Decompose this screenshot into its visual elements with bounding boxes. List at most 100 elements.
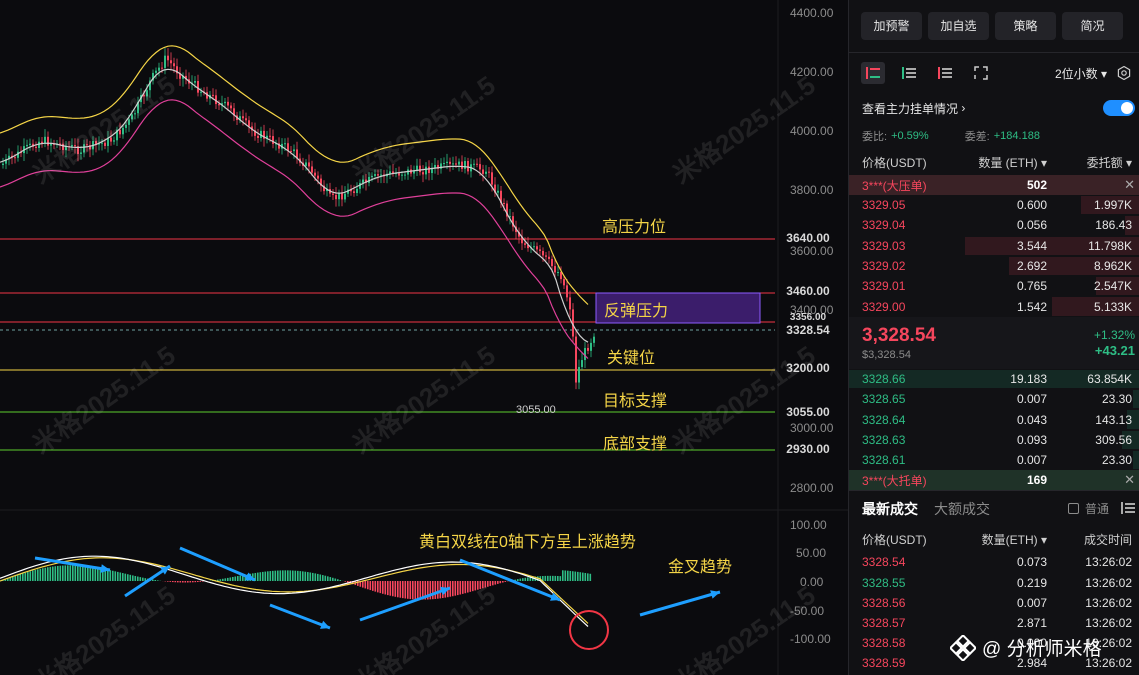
ask-row[interactable]: 3329.01 0.765 2.547K [849,276,1139,296]
ask-row[interactable]: 3329.05 0.600 1.997K [849,195,1139,215]
macd-histogram-bar [327,576,329,581]
depth-toggle[interactable] [1103,100,1135,116]
price-change: +1.32% +43.21 [1094,327,1135,359]
big-ask-order[interactable]: 3***(大压单) 502 ✕ [849,175,1139,195]
strategy-button[interactable]: 策略 [995,12,1056,40]
macd-histogram-bar [229,577,232,581]
candle-body [293,149,295,152]
annotation-golden-cross: 金叉趋势 [668,559,733,576]
macd-histogram-bar [87,566,89,581]
bid-price: 3328.63 [862,432,906,447]
trade-row: 3328.55 0.219 13:26:02 [849,572,1139,592]
macd-histogram-bar [399,581,402,598]
candle-body [374,174,376,176]
trade-header-qty[interactable]: 数量(ETH) ▾ [957,531,1047,548]
header-total[interactable]: 委托额 ▾ [1047,154,1135,171]
macd-histogram-bar [84,566,87,581]
tab-large-trades[interactable]: 大额成交 [934,499,990,519]
candle-body [113,140,115,142]
macd-histogram-bar [142,577,144,581]
macd-histogram-bar [587,573,589,581]
bid-row[interactable]: 3328.66 19.183 63.854K [849,369,1139,389]
price-axis-label: 4200.00 [790,65,834,79]
add-alert-button[interactable]: 加预警 [861,12,922,40]
decimal-select[interactable]: 2位小数 ▾ [1055,65,1107,82]
overview-button[interactable]: 简况 [1062,12,1123,40]
big-bid-order[interactable]: 3***(大托单) 169 ✕ [849,470,1139,491]
candle-body [35,146,37,148]
depth-link[interactable]: 查看主力挂单情况 [862,100,958,117]
candle-body [218,104,220,106]
macd-histogram-bar [332,577,334,581]
bid-total: 309.56 [1095,432,1132,447]
ask-price: 3329.00 [862,299,906,314]
orderbook-both-icon[interactable] [861,62,885,84]
close-icon[interactable]: ✕ [1124,472,1135,488]
bid-row[interactable]: 3328.65 0.007 23.30 [849,389,1139,409]
macd-histogram-bar [432,581,434,600]
bid-row[interactable]: 3328.63 0.093 309.56 [849,430,1139,450]
macd-axis-label: 0.00 [800,575,824,589]
macd-histogram-bar [477,581,479,590]
macd-histogram-bar [584,572,587,581]
candle-body [575,336,577,383]
candle-body [401,174,403,176]
macd-histogram-bar [572,571,574,581]
trade-price: 3328.59 [862,656,906,671]
candle-body [134,113,136,115]
ask-row[interactable]: 3329.03 3.544 11.798K [849,236,1139,256]
macd-histogram-bar [274,570,277,581]
candle-body [74,145,76,147]
expand-icon[interactable] [969,62,993,84]
macd-histogram-bar [499,581,502,584]
candle-body [449,161,451,164]
chart-area[interactable]: 4400.00 4200.00 4000.00 3800.00 3600.00 … [0,0,848,675]
gear-icon[interactable] [1117,66,1131,80]
macd-histogram-bar [522,578,524,581]
candle-body [524,243,526,245]
macd-histogram-bar [574,571,577,581]
macd-histogram-bar [264,571,267,581]
macd-histogram-bar [167,581,169,582]
macd-histogram-bar [72,565,74,581]
ask-row[interactable]: 3329.00 1.542 5.133K [849,296,1139,316]
macd-histogram-bar [519,578,522,581]
macd-histogram-bar [489,581,492,587]
macd-histogram-bar [339,580,342,581]
macd-histogram-bar [497,581,499,584]
candle-body [533,246,535,248]
candle-body [242,116,244,119]
macd-histogram-bar [22,573,24,581]
macd-axis-label: 50.00 [796,546,827,560]
candle-body [503,202,505,204]
normal-checkbox[interactable]: 普通 [1067,500,1109,517]
candle-body [311,166,313,173]
bid-row[interactable]: 3328.61 0.007 23.30 [849,450,1139,470]
orderbook-bids-icon[interactable] [897,62,921,84]
macd-histogram-bar [319,574,322,581]
orderbook-asks-icon[interactable] [933,62,957,84]
macd-histogram-bar [329,577,332,581]
tab-latest-trades[interactable]: 最新成交 [862,499,918,519]
bid-price: 3328.65 [862,392,906,407]
filter-icon[interactable] [1121,501,1135,517]
bid-row[interactable]: 3328.64 0.043 143.13 [849,409,1139,429]
depth-link-row[interactable]: 查看主力挂单情况 › [849,93,1139,123]
candle-body [569,297,571,310]
add-watchlist-button[interactable]: 加自选 [928,12,989,40]
ask-row[interactable]: 3329.04 0.056 186.43 [849,215,1139,235]
header-qty[interactable]: 数量 (ETH) ▾ [957,154,1047,171]
macd-histogram-bar [309,572,312,581]
ask-row[interactable]: 3329.02 2.692 8.962K [849,256,1139,276]
close-icon[interactable]: ✕ [1124,177,1135,193]
macd-histogram-bar [302,571,304,581]
candle-body [491,172,493,185]
macd-histogram-bar [292,570,294,581]
macd-histogram-bar [299,571,302,581]
bid-qty: 19.183 [1010,371,1047,386]
macd-histogram-bar [134,575,137,581]
candle-body [101,142,103,144]
ask-total: 11.798K [1088,238,1132,253]
macd-histogram-bar [59,565,62,581]
candle-body [272,136,274,144]
